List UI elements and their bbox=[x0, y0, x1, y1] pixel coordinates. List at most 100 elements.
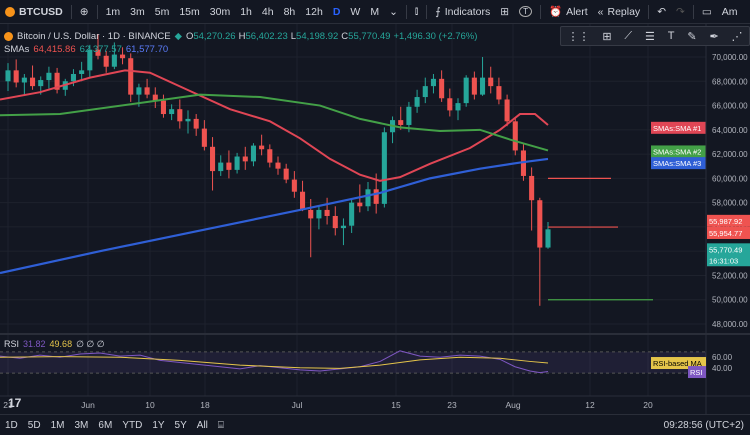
timeframe-dropdown-button[interactable]: ⌄ bbox=[384, 0, 403, 24]
sma1-value: 64,415.86 bbox=[33, 44, 76, 55]
high-value: 56,402.23 bbox=[245, 31, 288, 42]
replay-button[interactable]: « Replay bbox=[593, 0, 646, 24]
candle-body bbox=[430, 78, 436, 87]
rsi-tick-40: 40.00 bbox=[712, 364, 733, 373]
grid-icon: ⊞ bbox=[500, 5, 510, 18]
undo-icon: ↶ bbox=[657, 5, 666, 18]
range-5d[interactable]: 5D bbox=[23, 420, 46, 431]
alert-button[interactable]: ⏰ Alert bbox=[544, 0, 593, 24]
chart-area[interactable]: 70,000.00 68,000.00 66,000.00 64,000.00 62,0… bbox=[0, 24, 750, 414]
candle-body bbox=[529, 175, 535, 201]
separator bbox=[405, 4, 407, 19]
candle-body bbox=[283, 168, 289, 180]
alarm-clock-icon: ⏰ bbox=[548, 6, 563, 18]
candle-body bbox=[30, 77, 36, 87]
drag-handle-icon[interactable]: ⋮⋮ bbox=[567, 30, 589, 43]
symbol-search[interactable]: BTCUSD bbox=[0, 0, 68, 24]
candle-body bbox=[480, 77, 486, 95]
timeframe-m[interactable]: M bbox=[365, 6, 384, 18]
indicators-button[interactable]: ⨍ Indicators bbox=[430, 0, 495, 24]
timeframe-3m[interactable]: 3m bbox=[125, 6, 150, 18]
price-tick-label: 60,000.00 bbox=[712, 174, 748, 183]
compare-button[interactable]: ⊕ bbox=[75, 0, 94, 24]
candle-body bbox=[316, 209, 322, 219]
range-1d[interactable]: 1D bbox=[0, 420, 23, 431]
text-icon[interactable]: T bbox=[668, 30, 675, 42]
redo-button[interactable]: ↷ bbox=[671, 0, 690, 24]
redo-icon: ↷ bbox=[676, 5, 685, 18]
range-3m[interactable]: 3M bbox=[70, 420, 94, 431]
range-1m[interactable]: 1M bbox=[46, 420, 70, 431]
chart-canvas[interactable]: 70,000.00 68,000.00 66,000.00 64,000.00 62,0… bbox=[0, 24, 750, 414]
candle-body bbox=[267, 149, 273, 163]
time-axis-label: Aug bbox=[505, 400, 520, 410]
layout-grid-icon[interactable]: ⊞ bbox=[602, 30, 611, 43]
candle-body bbox=[38, 80, 44, 87]
candle-body bbox=[242, 156, 248, 162]
price-tick-label: 66,000.00 bbox=[712, 102, 748, 111]
price-tick-label: 70,000.00 bbox=[712, 53, 748, 62]
candle-body bbox=[340, 225, 346, 229]
candle-body bbox=[447, 98, 453, 111]
countdown-tag: 16:31:03 bbox=[709, 256, 738, 265]
separator bbox=[539, 4, 541, 19]
range-all[interactable]: All bbox=[192, 420, 213, 431]
candle-body bbox=[13, 70, 19, 83]
rsi-tag: RSI bbox=[690, 368, 703, 377]
timeframe-5m[interactable]: 5m bbox=[150, 6, 175, 18]
sma1-tag: SMAs:SMA #1 bbox=[653, 124, 701, 133]
price-tick-label: 52,000.00 bbox=[712, 271, 748, 280]
range-6m[interactable]: 6M bbox=[93, 420, 117, 431]
time-axis-label: 10 bbox=[145, 400, 155, 410]
pen-icon[interactable]: ✒ bbox=[709, 30, 718, 43]
undo-button[interactable]: ↶ bbox=[652, 0, 671, 24]
account-button[interactable]: Am bbox=[717, 0, 743, 24]
candle-body bbox=[537, 200, 543, 248]
symbol-label: BTCUSD bbox=[19, 5, 63, 18]
smas-legend-row: SMAs 64,415.86 62,377.57 61,577.70 bbox=[4, 43, 477, 56]
candle-style-button[interactable]: ⫾ bbox=[410, 0, 423, 24]
timeframe-group: 1m 3m 5m 15m 30m 1h 4h 8h 12h D W M bbox=[101, 6, 385, 18]
candles-icon: ⫾ bbox=[414, 5, 419, 17]
price-tag-2: 55,954.77 bbox=[709, 229, 742, 238]
range-ytd[interactable]: YTD bbox=[117, 420, 147, 431]
time-axis-label: 20 bbox=[643, 400, 653, 410]
candle-body bbox=[414, 97, 420, 107]
goto-date-button[interactable]: ⌸ bbox=[213, 420, 229, 431]
ruler-icon[interactable]: ⋰ bbox=[732, 30, 743, 43]
layout-button[interactable]: ▭ bbox=[697, 0, 717, 24]
account-label: Am bbox=[721, 5, 738, 18]
brush-icon[interactable]: ✎ bbox=[687, 30, 696, 43]
last-price-tag: 55,770.49 bbox=[709, 245, 742, 254]
timeframe-4h[interactable]: 4h bbox=[257, 6, 279, 18]
candle-body bbox=[512, 121, 518, 151]
candle-body bbox=[218, 162, 224, 172]
open-value: 54,270.26 bbox=[193, 31, 236, 42]
timeframe-w[interactable]: W bbox=[345, 6, 365, 18]
candle-body bbox=[144, 87, 150, 95]
candle-body bbox=[488, 77, 494, 87]
candle-body bbox=[357, 202, 363, 207]
timeframe-1m[interactable]: 1m bbox=[101, 6, 126, 18]
timeframe-8h[interactable]: 8h bbox=[279, 6, 301, 18]
timeframe-12h[interactable]: 12h bbox=[300, 6, 328, 18]
timeframe-30m[interactable]: 30m bbox=[205, 6, 235, 18]
candle-body bbox=[406, 106, 412, 125]
close-label: C bbox=[341, 31, 349, 42]
candle-body bbox=[5, 70, 11, 82]
trend-line-icon[interactable]: ⟋ bbox=[624, 30, 632, 43]
trading-button[interactable]: T bbox=[514, 0, 537, 24]
candle-body bbox=[463, 77, 469, 104]
range-5y[interactable]: 5Y bbox=[170, 420, 192, 431]
range-1y[interactable]: 1Y bbox=[147, 420, 169, 431]
symbol-legend-row: Bitcoin / U.S. Dollar · 1D · BINANCE ◆ O… bbox=[4, 30, 477, 43]
candle-body bbox=[398, 120, 404, 125]
timeframe-1h[interactable]: 1h bbox=[235, 6, 257, 18]
timeframe-15m[interactable]: 15m bbox=[174, 6, 204, 18]
fib-icon[interactable]: ☰ bbox=[645, 30, 655, 43]
templates-button[interactable]: ⊞ bbox=[495, 0, 514, 24]
candle-body bbox=[210, 146, 216, 172]
open-label: O bbox=[185, 31, 194, 42]
timeframe-d[interactable]: D bbox=[328, 6, 346, 18]
candle-body bbox=[250, 145, 256, 162]
